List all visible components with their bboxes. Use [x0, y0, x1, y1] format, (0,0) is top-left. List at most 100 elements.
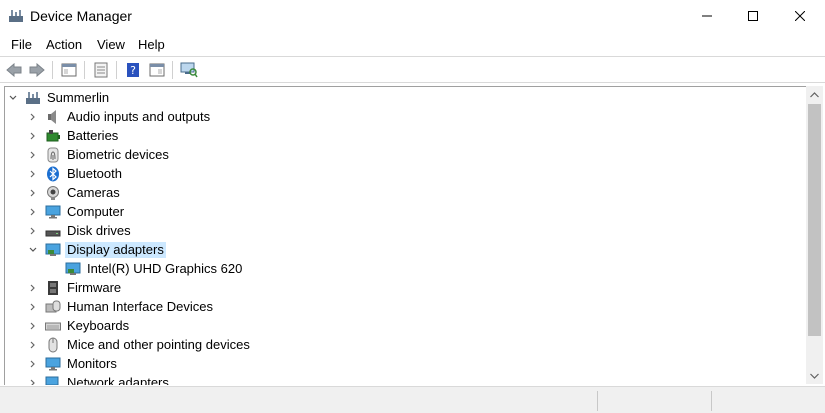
- tree-root[interactable]: Summerlin: [5, 89, 805, 107]
- status-bar: [0, 386, 825, 413]
- properties-icon: [94, 62, 108, 78]
- bluetooth-icon: [45, 166, 61, 182]
- device-manager-app-icon: [8, 8, 24, 24]
- minimize-icon: [702, 15, 712, 17]
- scrollbar-thumb[interactable]: [808, 104, 821, 336]
- toolbar-separator: [52, 61, 53, 79]
- toolbar-separator: [172, 61, 173, 79]
- chevron-down-icon[interactable]: [27, 242, 39, 258]
- battery-icon: [45, 128, 61, 144]
- hid-icon: [45, 299, 61, 315]
- scroll-down-arrow-icon: [810, 373, 819, 379]
- minimize-button[interactable]: [684, 0, 730, 32]
- close-button[interactable]: [777, 0, 823, 32]
- maximize-icon: [748, 11, 758, 21]
- menu-bar: File Action View Help: [0, 33, 825, 55]
- tree-item-biometric[interactable]: Biometric devices: [5, 146, 805, 164]
- tree-item-network-adapters[interactable]: Network adapters: [5, 374, 805, 385]
- chevron-right-icon[interactable]: [27, 166, 39, 182]
- toolbar: ?: [0, 56, 825, 83]
- scroll-down-button[interactable]: [806, 367, 823, 384]
- maximize-button[interactable]: [730, 0, 776, 32]
- window-title: Device Manager: [30, 8, 132, 24]
- tree-item-display-adapters[interactable]: Display adapters: [5, 241, 805, 259]
- keyboard-icon: [45, 318, 61, 334]
- help-icon: ?: [127, 63, 139, 77]
- scan-hardware-changes-button[interactable]: [179, 60, 199, 80]
- chevron-right-icon[interactable]: [27, 299, 39, 315]
- tree-item-label: Display adapters: [65, 242, 166, 258]
- camera-icon: [45, 185, 61, 201]
- display-adapter-icon: [65, 261, 81, 277]
- scroll-up-button[interactable]: [806, 86, 823, 103]
- scan-hardware-icon: [180, 62, 198, 78]
- show-hide-console-tree-button[interactable]: [59, 60, 79, 80]
- back-arrow-icon: [6, 63, 22, 77]
- close-icon: [795, 11, 805, 21]
- tree-item-label: Batteries: [67, 128, 119, 143]
- chevron-right-icon[interactable]: [27, 318, 39, 334]
- tree-item-keyboards[interactable]: Keyboards: [5, 317, 805, 335]
- help-button[interactable]: ?: [123, 60, 143, 80]
- tree-item-label: Cameras: [67, 185, 120, 200]
- back-button[interactable]: [4, 60, 24, 80]
- console-tree-icon: [61, 63, 77, 77]
- action-pane-button[interactable]: [147, 60, 167, 80]
- computer-root-icon: [25, 90, 41, 106]
- svg-text:?: ?: [130, 64, 136, 77]
- monitor-icon: [45, 356, 61, 372]
- tree-item-monitors[interactable]: Monitors: [5, 355, 805, 373]
- title-bar[interactable]: Device Manager: [0, 0, 825, 33]
- firmware-icon: [45, 280, 61, 296]
- tree-item-label: Computer: [67, 204, 125, 219]
- tree-item-label: Monitors: [67, 356, 117, 371]
- tree-root-label: Summerlin: [47, 90, 110, 105]
- chevron-right-icon[interactable]: [27, 109, 39, 125]
- tree-item-cameras[interactable]: Cameras: [5, 184, 805, 202]
- tree-item-mice[interactable]: Mice and other pointing devices: [5, 336, 805, 354]
- tree-item-intel-uhd-620[interactable]: Intel(R) UHD Graphics 620: [5, 260, 805, 278]
- forward-arrow-icon: [29, 63, 45, 77]
- tree-item-computer[interactable]: Computer: [5, 203, 805, 221]
- toolbar-separator: [84, 61, 85, 79]
- chevron-right-icon[interactable]: [27, 356, 39, 372]
- tree-item-label: Firmware: [67, 280, 122, 295]
- chevron-right-icon[interactable]: [27, 128, 39, 144]
- chevron-right-icon[interactable]: [27, 375, 39, 385]
- scroll-up-arrow-icon: [810, 91, 819, 97]
- action-pane-icon: [149, 63, 165, 77]
- menu-view[interactable]: View: [97, 37, 125, 52]
- tree-item-audio[interactable]: Audio inputs and outputs: [5, 108, 805, 126]
- tree-item-disk-drives[interactable]: Disk drives: [5, 222, 805, 240]
- mouse-icon: [45, 337, 61, 353]
- menu-action[interactable]: Action: [46, 37, 82, 52]
- chevron-right-icon[interactable]: [27, 185, 39, 201]
- menu-file[interactable]: File: [11, 37, 32, 52]
- status-separator: [597, 391, 598, 411]
- chevron-right-icon[interactable]: [27, 147, 39, 163]
- forward-button[interactable]: [27, 60, 47, 80]
- chevron-down-icon[interactable]: [7, 90, 19, 106]
- tree-item-label: Disk drives: [67, 223, 131, 238]
- tree-item-batteries[interactable]: Batteries: [5, 127, 805, 145]
- tree-item-label: Keyboards: [67, 318, 130, 333]
- tree-item-firmware[interactable]: Firmware: [5, 279, 805, 297]
- chevron-right-icon[interactable]: [27, 280, 39, 296]
- tree-item-bluetooth[interactable]: Bluetooth: [5, 165, 805, 183]
- network-adapter-icon: [45, 375, 61, 385]
- status-separator: [711, 391, 712, 411]
- tree-item-label: Human Interface Devices: [67, 299, 213, 314]
- menu-help[interactable]: Help: [138, 37, 165, 52]
- disk-drive-icon: [45, 223, 61, 239]
- tree-item-hid[interactable]: Human Interface Devices: [5, 298, 805, 316]
- tree-item-label: Mice and other pointing devices: [67, 337, 250, 352]
- computer-icon: [45, 204, 61, 220]
- display-adapter-icon: [45, 242, 61, 258]
- chevron-right-icon[interactable]: [27, 204, 39, 220]
- tree-item-label: Audio inputs and outputs: [67, 109, 211, 124]
- vertical-scrollbar[interactable]: [806, 86, 823, 384]
- tree-item-label: Biometric devices: [67, 147, 169, 162]
- chevron-right-icon[interactable]: [27, 337, 39, 353]
- properties-button[interactable]: [91, 60, 111, 80]
- chevron-right-icon[interactable]: [27, 223, 39, 239]
